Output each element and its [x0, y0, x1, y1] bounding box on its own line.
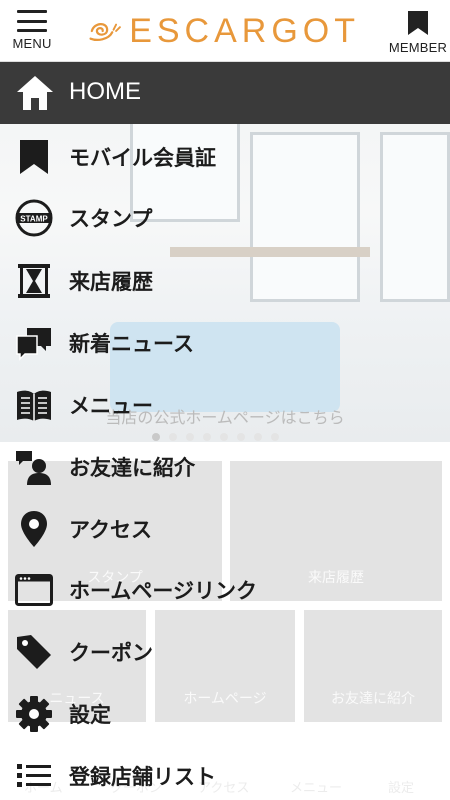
browser-window-icon [15, 574, 53, 606]
drawer-item-visit-history[interactable]: 来店履歴 [0, 248, 450, 308]
snail-logo-icon [89, 23, 121, 41]
book-icon [17, 390, 51, 421]
drawer-item-coupon[interactable]: クーポン [0, 619, 450, 679]
drawer-item-label: モバイル会員証 [69, 146, 216, 170]
logo-text: ESCARGOT [129, 11, 360, 50]
drawer-item-member-card[interactable]: モバイル会員証 [0, 124, 450, 184]
bookmark-icon [20, 140, 48, 174]
drawer-item-label: メニュー [69, 394, 153, 418]
escargot-logo: ESCARGOT [88, 8, 360, 54]
drawer-item-label: クーポン [69, 641, 153, 665]
friend-icon [16, 451, 51, 485]
drawer-item-label: ホームページリンク [69, 579, 257, 603]
app-header: MENU ESCARGOT MEMBER [0, 0, 450, 62]
chat-bubbles-icon [16, 328, 51, 361]
drawer-item-homepage-link[interactable]: ホームページリンク [0, 557, 450, 617]
drawer-home-item[interactable]: HOME [0, 62, 450, 124]
drawer-item-label: アクセス [69, 518, 152, 542]
drawer-item-label: お友達に紹介 [69, 456, 195, 480]
stamp-icon: STAMP [15, 199, 53, 237]
drawer-item-label: 来店履歴 [69, 270, 153, 294]
drawer-item-label: 設定 [69, 703, 111, 727]
tag-icon [17, 635, 51, 669]
member-button[interactable]: MEMBER [382, 6, 450, 58]
gear-icon [16, 696, 52, 732]
drawer-home-label: HOME [69, 78, 141, 105]
drawer-item-label: 新着ニュース [69, 332, 194, 356]
drawer-item-stamp[interactable]: STAMP スタンプ [0, 185, 450, 245]
home-icon [17, 76, 53, 110]
member-label: MEMBER [388, 40, 448, 55]
drawer-item-store-list[interactable]: 登録店舗リスト [0, 743, 450, 800]
location-pin-icon [21, 511, 47, 547]
menu-label: MENU [12, 36, 52, 51]
drawer-item-label: 登録店舗リスト [69, 765, 216, 789]
hamburger-icon [17, 10, 47, 32]
drawer-item-settings[interactable]: 設定 [0, 681, 450, 741]
list-icon [17, 764, 51, 787]
drawer-item-refer-friend[interactable]: お友達に紹介 [0, 434, 450, 494]
drawer-item-menu[interactable]: メニュー [0, 372, 450, 432]
hourglass-icon [18, 264, 50, 298]
bookmark-icon [408, 11, 428, 35]
drawer-item-label: スタンプ [69, 207, 153, 231]
svg-text:STAMP: STAMP [20, 215, 48, 224]
menu-button[interactable]: MENU [0, 6, 68, 58]
drawer-item-news[interactable]: 新着ニュース [0, 310, 450, 370]
drawer-item-access[interactable]: アクセス [0, 496, 450, 556]
